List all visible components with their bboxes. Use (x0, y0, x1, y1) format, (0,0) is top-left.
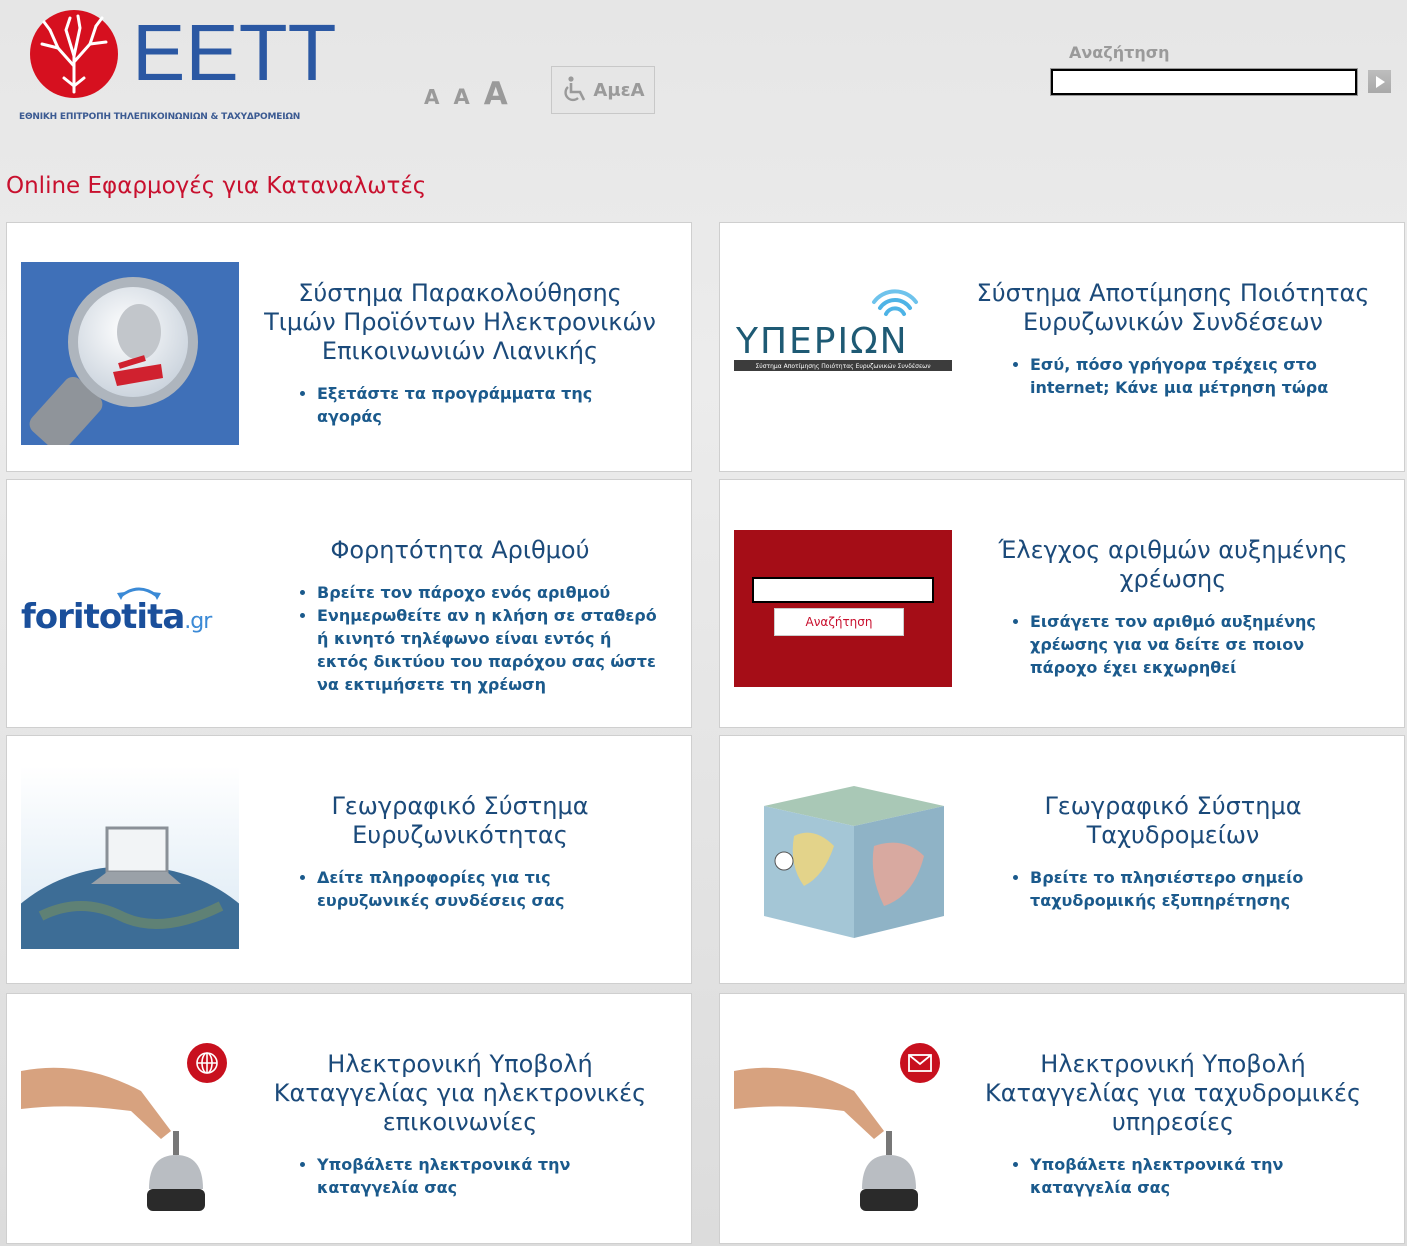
premium-number-input[interactable] (752, 577, 934, 603)
search-label: Αναζήτηση (1069, 43, 1170, 62)
accessibility-label: ΑμεΑ (593, 79, 645, 101)
bell-hand-image[interactable] (21, 1031, 239, 1214)
card-postal-geo: Γεωγραφικό Σύστημα Ταχυδρομείων Βρείτε τ… (719, 735, 1405, 984)
foritotita-arrows-icon: foritotita.gr (21, 587, 214, 637)
service-bell-mail-icon (734, 1043, 940, 1211)
card-complaint-postal: Ηλεκτρονική Υποβολή Καταγγελίας για ταχυ… (719, 993, 1405, 1244)
card-title[interactable]: Ηλεκτρονική Υποβολή Καταγγελίας για ηλεκ… (259, 1050, 661, 1137)
wifi-icon: ΥΠΕΡΙΩΝ Σύστημα Αποτίμησης Ποιότητας Ευρ… (734, 289, 952, 371)
card-bullet-link[interactable]: Δείτε πληροφορίες για τις ευρυζωνικές συ… (317, 866, 661, 912)
card-bullet-link[interactable]: Υποβάλετε ηλεκτρονικά την καταγγελία σας (317, 1153, 661, 1199)
card-premium-numbers: Αναζήτηση Έλεγχος αριθμών αυξημένης χρέω… (719, 479, 1405, 728)
page: ΕΕΤΤ ΕΘΝΙΚΗ ΕΠΙΤΡΟΠΗ ΤΗΛΕΠΙΚΟΙΝΩΝΙΩΝ & Τ… (6, 6, 1405, 1246)
card-title[interactable]: Γεωγραφικό Σύστημα Ευρυζωνικότητας (259, 792, 661, 850)
card-broadband-geo: Γεωγραφικό Σύστημα Ευρυζωνικότητας Δείτε… (6, 735, 692, 984)
card-bullet-link[interactable]: Εσύ, πόσο γρήγορα τρέχεις στο internet; … (1030, 353, 1374, 399)
card-title[interactable]: Ηλεκτρονική Υποβολή Καταγγελίας για ταχυ… (972, 1050, 1374, 1137)
yperion-caption: Σύστημα Αποτίμησης Ποιότητας Ευρυζωνικών… (755, 363, 931, 370)
card-title[interactable]: Γεωγραφικό Σύστημα Ταχυδρομείων (972, 792, 1374, 850)
search-submit-button[interactable] (1368, 70, 1391, 93)
font-size-controls: A A A (424, 76, 508, 112)
font-size-small-button[interactable]: A (424, 85, 439, 109)
card-price-monitoring: Σύστημα Παρακολούθησης Τιμών Προϊόντων Η… (6, 222, 692, 472)
card-complaint-telecom: Ηλεκτρονική Υποβολή Καταγγελίας για ηλεκ… (6, 993, 692, 1244)
font-size-medium-button[interactable]: A (453, 85, 469, 109)
card-bullet-link[interactable]: Εισάγετε τον αριθμό αυξημένης χρέωσης γι… (1030, 610, 1374, 679)
card-broadband-quality: ΥΠΕΡΙΩΝ Σύστημα Αποτίμησης Ποιότητας Ευρ… (719, 222, 1405, 472)
card-title[interactable]: Έλεγχος αριθμών αυξημένης χρέωσης (972, 536, 1374, 594)
premium-search-widget: Αναζήτηση (734, 530, 952, 687)
yperion-wordmark: ΥΠΕΡΙΩΝ (735, 321, 909, 362)
card-bullet-link[interactable]: Βρείτε τον πάροχο ενός αριθμού (317, 581, 661, 604)
card-title[interactable]: Σύστημα Αποτίμησης Ποιότητας Ευρυζωνικών… (972, 279, 1374, 337)
card-title[interactable]: Φορητότητα Αριθμού (259, 536, 661, 565)
magnifier-image[interactable] (21, 262, 239, 445)
logo-wordmark: ΕΕΤΤ (132, 8, 336, 97)
card-bullet-link[interactable]: Υποβάλετε ηλεκτρονικά την καταγγελία σας (1030, 1153, 1374, 1199)
card-bullet-link[interactable]: Ενημερωθείτε αν η κλήση σε σταθερό ή κιν… (317, 604, 661, 696)
foritotita-wordmark: foritotita.gr (21, 597, 213, 637)
play-arrow-icon (1375, 75, 1385, 88)
eett-logo[interactable]: ΕΕΤΤ ΕΘΝΙΚΗ ΕΠΙΤΡΟΠΗ ΤΗΛΕΠΙΚΟΙΝΩΝΙΩΝ & Τ… (16, 6, 361, 126)
globe-laptop-icon (21, 766, 239, 949)
accessibility-button[interactable]: ΑμεΑ (551, 66, 655, 114)
font-size-large-button[interactable]: A (484, 76, 508, 112)
map-cube-image[interactable] (734, 766, 952, 949)
bell-hand-image[interactable] (734, 1031, 952, 1214)
search-input[interactable] (1051, 69, 1357, 95)
card-bullet-link[interactable]: Βρείτε το πλησιέστερο σημείο ταχυδρομική… (1030, 866, 1374, 912)
foritotita-logo[interactable]: foritotita.gr (21, 580, 239, 640)
yperion-logo[interactable]: ΥΠΕΡΙΩΝ Σύστημα Αποτίμησης Ποιότητας Ευρ… (734, 278, 952, 378)
card-title[interactable]: Σύστημα Παρακολούθησης Τιμών Προϊόντων Η… (259, 279, 661, 366)
page-title: Online Εφαρμογές για Καταναλωτές (6, 173, 427, 199)
globe-laptop-image[interactable] (21, 766, 239, 949)
premium-search-button[interactable]: Αναζήτηση (774, 608, 904, 636)
service-bell-globe-icon (21, 1043, 227, 1211)
logo-subtitle: ΕΘΝΙΚΗ ΕΠΙΤΡΟΠΗ ΤΗΛΕΠΙΚΟΙΝΩΝΙΩΝ & ΤΑΧΥΔΡ… (19, 112, 301, 122)
wheelchair-icon (564, 76, 586, 102)
card-bullet-link[interactable]: Εξετάστε τα προγράμματα της αγοράς (317, 382, 661, 428)
map-cube-icon (764, 786, 944, 938)
eett-logo-graphic: ΕΕΤΤ (30, 8, 336, 98)
magnifier-phone-icon (29, 277, 198, 445)
card-number-portability: foritotita.gr Φορητότητα Αριθμού Βρείτε … (6, 479, 692, 728)
